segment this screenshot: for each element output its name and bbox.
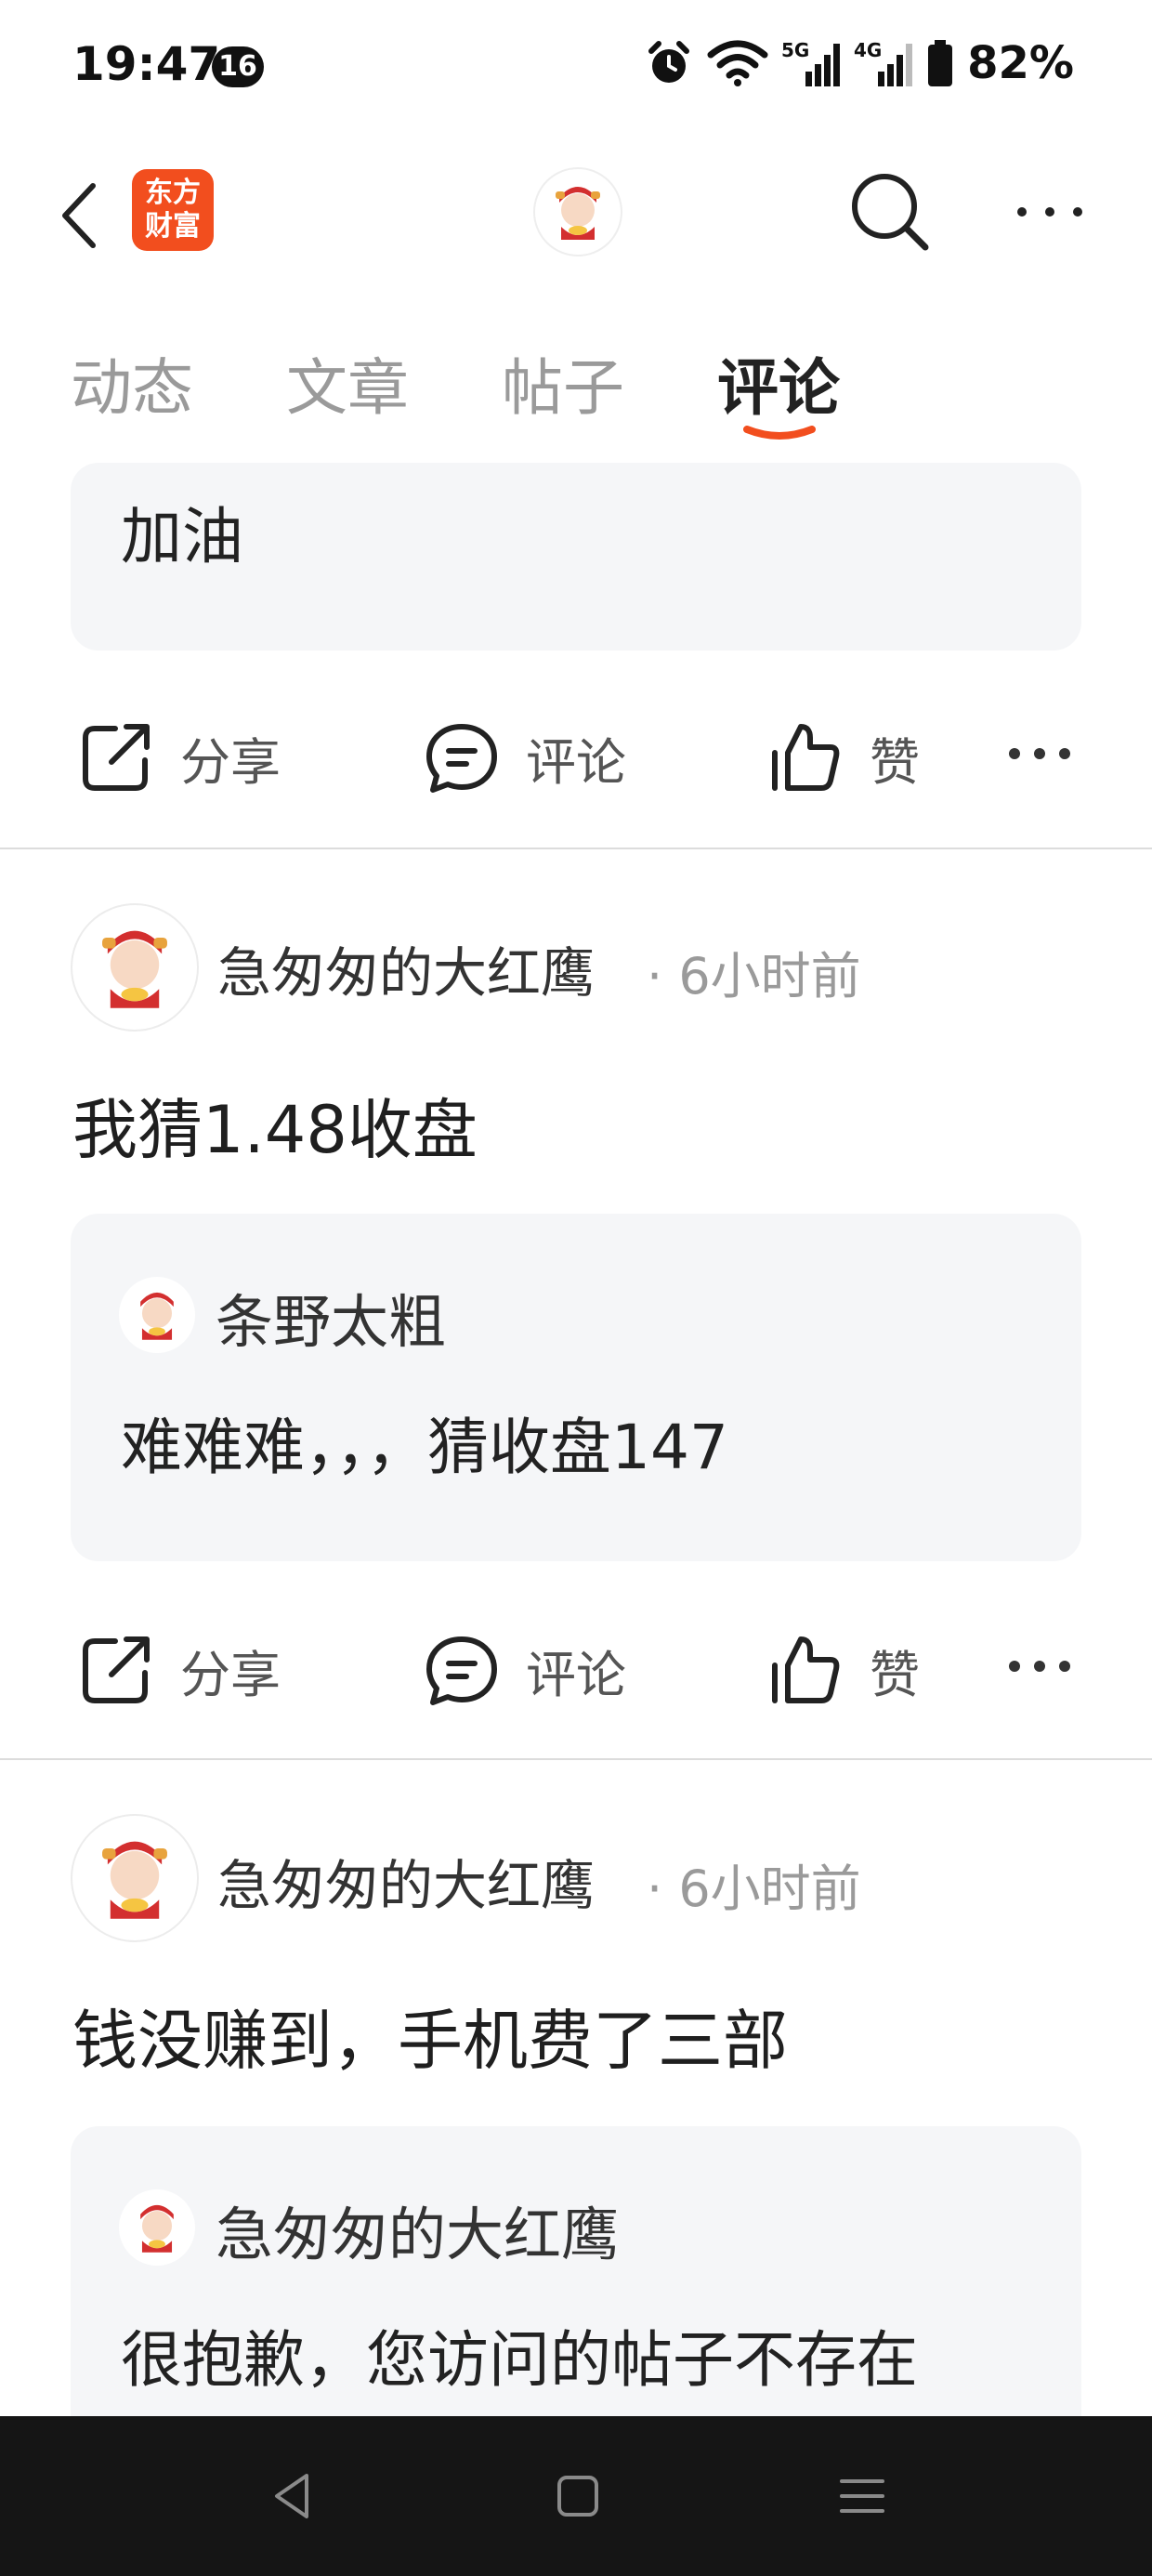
logo-line1: 东方 <box>145 177 201 209</box>
post-more-icon[interactable] <box>1007 740 1072 768</box>
notification-count-badge: 16 <box>212 46 264 87</box>
wifi-icon <box>707 40 768 86</box>
share-button[interactable]: 分享 <box>78 719 281 795</box>
top-navigation: 东方 财富 <box>0 139 1152 279</box>
divider <box>0 848 1152 849</box>
nav-back-icon[interactable] <box>266 2468 321 2524</box>
active-tab-indicator <box>743 426 816 440</box>
post-time: · 6小时前 <box>647 1860 861 1918</box>
more-icon[interactable] <box>1013 184 1087 240</box>
signal-4g-icon: 4G <box>854 39 913 86</box>
post-author[interactable]: 急匆匆的大红鹰 <box>217 929 595 1007</box>
post-text: 钱没赚到，手机费了三部 <box>72 2003 788 2079</box>
thumbs-up-icon <box>772 724 840 791</box>
reply-avatar <box>119 1277 195 1353</box>
reply-box[interactable]: 急匆匆的大红鹰 很抱歉，您访问的帖子不存在 <box>71 2126 1081 2442</box>
avatar[interactable] <box>71 903 199 1032</box>
reply-author[interactable]: 条野太粗 <box>216 1275 446 1359</box>
post-time: · 6小时前 <box>647 947 861 1005</box>
quoted-comment-text: 加油 <box>121 501 243 572</box>
like-label: 赞 <box>870 732 920 792</box>
comment-label: 评论 <box>526 732 626 792</box>
tab-bar: 动态 文章 帖子 评论 <box>0 316 1152 455</box>
share-icon <box>83 724 150 791</box>
system-navigation-bar <box>0 2416 1152 2576</box>
search-icon[interactable] <box>847 169 931 253</box>
nav-home-icon[interactable] <box>550 2468 606 2524</box>
post-more-icon[interactable] <box>1007 1652 1072 1680</box>
avatar[interactable] <box>71 1814 199 1942</box>
tab-comments[interactable]: 评论 <box>717 338 840 427</box>
share-label: 分享 <box>180 1645 281 1704</box>
tab-dynamics[interactable]: 动态 <box>71 338 193 427</box>
comment-icon <box>426 1636 497 1705</box>
action-bar: 分享 评论 赞 <box>0 701 1152 803</box>
post-text: 我猜1.48收盘 <box>72 1092 478 1168</box>
reply-text: 很抱歉，您访问的帖子不存在 <box>121 2324 918 2396</box>
like-button[interactable]: 赞 <box>767 1632 920 1708</box>
reply-text: 难难难，，，猜收盘147 <box>121 1412 728 1483</box>
reply-box[interactable]: 条野太粗 难难难，，，猜收盘147 <box>71 1214 1081 1561</box>
svg-text:5G: 5G <box>781 39 809 61</box>
profile-avatar[interactable] <box>533 167 622 256</box>
back-icon[interactable] <box>52 178 104 253</box>
share-label: 分享 <box>180 732 281 792</box>
alarm-icon <box>648 41 690 83</box>
status-icons: 5G 4G 82% <box>644 37 1074 89</box>
status-bar: 19:47 16 5G 4G 82% <box>0 0 1152 139</box>
app-logo: 东方 财富 <box>132 169 214 251</box>
like-button[interactable]: 赞 <box>767 719 920 795</box>
comment-button[interactable]: 评论 <box>424 1632 626 1708</box>
divider <box>0 1758 1152 1760</box>
share-icon <box>83 1636 150 1703</box>
signal-5g-icon: 5G <box>781 39 841 86</box>
svg-text:4G: 4G <box>854 39 882 61</box>
like-label: 赞 <box>870 1645 920 1704</box>
battery-icon <box>928 40 953 86</box>
reply-avatar <box>119 2189 195 2266</box>
share-button[interactable]: 分享 <box>78 1632 281 1708</box>
comment-button[interactable]: 评论 <box>424 719 626 795</box>
post-author[interactable]: 急匆匆的大红鹰 <box>217 1842 595 1920</box>
status-time: 19:47 <box>72 37 221 91</box>
reply-author[interactable]: 急匆匆的大红鹰 <box>216 2188 619 2271</box>
action-bar: 分享 评论 赞 <box>0 1613 1152 1715</box>
comment-icon <box>426 724 497 793</box>
thumbs-up-icon <box>772 1636 840 1703</box>
comment-label: 评论 <box>526 1645 626 1704</box>
logo-line2: 财富 <box>145 210 201 243</box>
tab-articles[interactable]: 文章 <box>286 338 409 427</box>
quoted-comment-box: 加油 <box>71 463 1081 651</box>
battery-percentage: 82% <box>967 37 1074 89</box>
tab-posts[interactable]: 帖子 <box>502 338 624 427</box>
nav-menu-icon[interactable] <box>834 2468 890 2524</box>
